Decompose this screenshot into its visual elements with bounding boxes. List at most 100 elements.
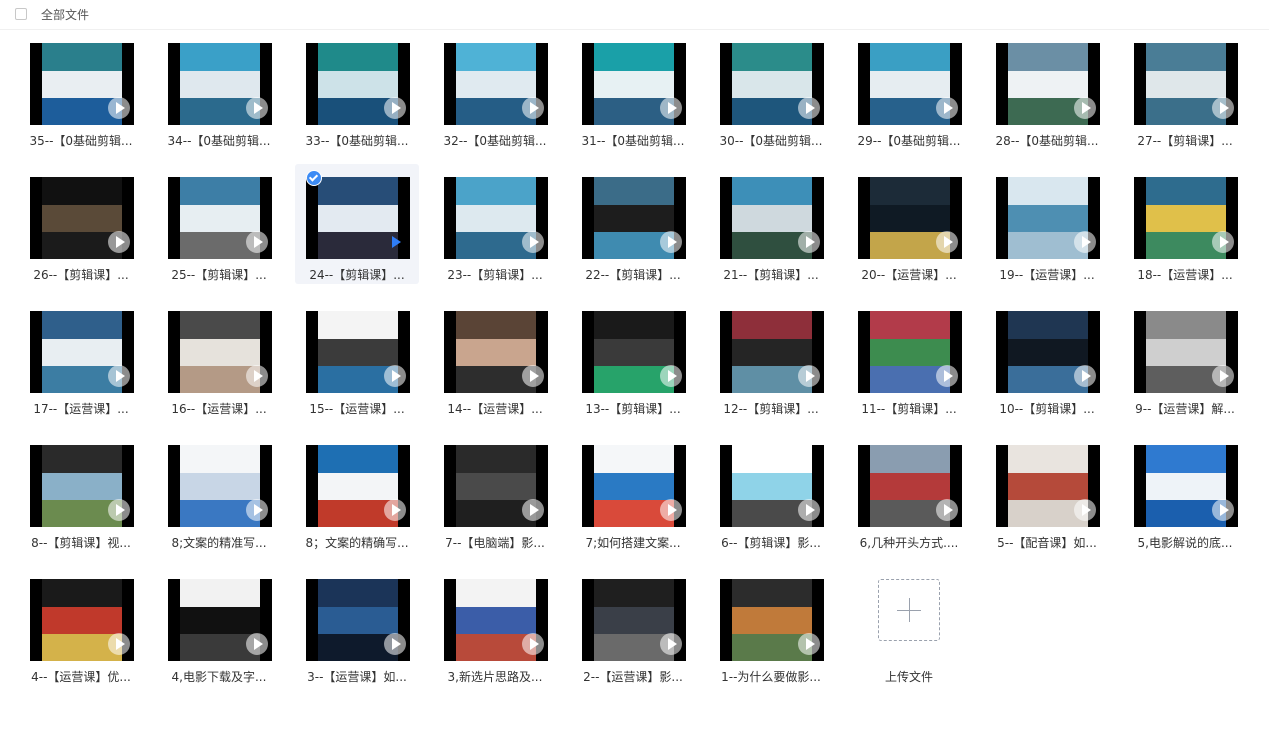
play-icon[interactable]: [246, 231, 268, 253]
play-icon[interactable]: [522, 365, 544, 387]
play-icon[interactable]: [1074, 499, 1096, 521]
file-item[interactable]: 20--【运营课】...: [847, 164, 971, 284]
file-item[interactable]: 28--【0基础剪辑...: [985, 30, 1109, 150]
play-icon[interactable]: [108, 499, 130, 521]
file-item[interactable]: 18--【运营课】...: [1123, 164, 1247, 284]
video-thumbnail[interactable]: [858, 311, 962, 393]
plus-icon[interactable]: [878, 579, 940, 641]
video-thumbnail[interactable]: [444, 579, 548, 661]
file-item[interactable]: 7;如何搭建文案...: [571, 432, 695, 552]
file-item[interactable]: 10--【剪辑课】...: [985, 298, 1109, 418]
play-icon[interactable]: [1074, 97, 1096, 119]
video-thumbnail[interactable]: [1134, 311, 1238, 393]
play-icon[interactable]: [1212, 231, 1234, 253]
video-thumbnail[interactable]: [168, 177, 272, 259]
play-icon[interactable]: [936, 231, 958, 253]
video-thumbnail[interactable]: [582, 43, 686, 125]
file-item[interactable]: 5,电影解说的底...: [1123, 432, 1247, 552]
video-thumbnail[interactable]: [306, 177, 410, 259]
play-icon[interactable]: [660, 231, 682, 253]
file-item[interactable]: 8;文案的精准写...: [157, 432, 281, 552]
play-icon[interactable]: [108, 633, 130, 655]
video-thumbnail[interactable]: [720, 445, 824, 527]
file-item[interactable]: 1--为什么要做影...: [709, 566, 833, 686]
file-item[interactable]: 31--【0基础剪辑...: [571, 30, 695, 150]
play-icon[interactable]: [798, 499, 820, 521]
video-thumbnail[interactable]: [444, 311, 548, 393]
play-icon[interactable]: [1212, 97, 1234, 119]
file-item[interactable]: 16--【运营课】...: [157, 298, 281, 418]
play-icon[interactable]: [522, 499, 544, 521]
video-thumbnail[interactable]: [444, 445, 548, 527]
video-thumbnail[interactable]: [720, 177, 824, 259]
video-thumbnail[interactable]: [1134, 445, 1238, 527]
play-icon[interactable]: [1212, 499, 1234, 521]
file-item[interactable]: 3--【运营课】如...: [295, 566, 419, 686]
file-item[interactable]: 2--【运营课】影...: [571, 566, 695, 686]
play-icon[interactable]: [384, 499, 406, 521]
play-icon[interactable]: [246, 365, 268, 387]
file-item[interactable]: 3,新选片思路及...: [433, 566, 557, 686]
video-thumbnail[interactable]: [30, 311, 134, 393]
video-thumbnail[interactable]: [858, 177, 962, 259]
video-thumbnail[interactable]: [858, 445, 962, 527]
play-icon[interactable]: [384, 633, 406, 655]
file-item[interactable]: 5--【配音课】如...: [985, 432, 1109, 552]
play-icon[interactable]: [798, 231, 820, 253]
play-icon[interactable]: [936, 365, 958, 387]
file-item[interactable]: 11--【剪辑课】...: [847, 298, 971, 418]
video-thumbnail[interactable]: [996, 445, 1100, 527]
play-icon[interactable]: [384, 231, 406, 253]
play-icon[interactable]: [384, 97, 406, 119]
video-thumbnail[interactable]: [30, 579, 134, 661]
video-thumbnail[interactable]: [582, 445, 686, 527]
file-item[interactable]: 6,几种开头方式....: [847, 432, 971, 552]
file-item[interactable]: 15--【运营课】...: [295, 298, 419, 418]
play-icon[interactable]: [246, 633, 268, 655]
play-icon[interactable]: [660, 633, 682, 655]
play-icon[interactable]: [660, 97, 682, 119]
video-thumbnail[interactable]: [582, 579, 686, 661]
file-item[interactable]: 34--【0基础剪辑...: [157, 30, 281, 150]
play-icon[interactable]: [108, 97, 130, 119]
file-item[interactable]: 30--【0基础剪辑...: [709, 30, 833, 150]
play-icon[interactable]: [936, 97, 958, 119]
play-icon[interactable]: [798, 365, 820, 387]
video-thumbnail[interactable]: [306, 43, 410, 125]
file-item[interactable]: 22--【剪辑课】...: [571, 164, 695, 284]
video-thumbnail[interactable]: [444, 177, 548, 259]
play-icon[interactable]: [108, 365, 130, 387]
video-thumbnail[interactable]: [996, 177, 1100, 259]
video-thumbnail[interactable]: [168, 311, 272, 393]
selected-check-icon[interactable]: [306, 170, 322, 186]
video-thumbnail[interactable]: [582, 177, 686, 259]
file-item[interactable]: 24--【剪辑课】...: [295, 164, 419, 284]
file-item[interactable]: 14--【运营课】...: [433, 298, 557, 418]
file-item[interactable]: 27--【剪辑课】...: [1123, 30, 1247, 150]
play-icon[interactable]: [1074, 231, 1096, 253]
video-thumbnail[interactable]: [30, 177, 134, 259]
file-item[interactable]: 4--【运营课】优...: [19, 566, 143, 686]
file-item[interactable]: 23--【剪辑课】...: [433, 164, 557, 284]
video-thumbnail[interactable]: [306, 311, 410, 393]
file-item[interactable]: 19--【运营课】...: [985, 164, 1109, 284]
video-thumbnail[interactable]: [720, 43, 824, 125]
play-icon[interactable]: [660, 365, 682, 387]
select-all-checkbox[interactable]: [15, 8, 27, 20]
video-thumbnail[interactable]: [720, 579, 824, 661]
video-thumbnail[interactable]: [306, 579, 410, 661]
play-icon[interactable]: [798, 633, 820, 655]
file-item[interactable]: 25--【剪辑课】...: [157, 164, 281, 284]
video-thumbnail[interactable]: [306, 445, 410, 527]
play-icon[interactable]: [246, 97, 268, 119]
file-item[interactable]: 12--【剪辑课】...: [709, 298, 833, 418]
file-item[interactable]: 33--【0基础剪辑...: [295, 30, 419, 150]
play-icon[interactable]: [246, 499, 268, 521]
play-icon[interactable]: [1212, 365, 1234, 387]
play-icon[interactable]: [660, 499, 682, 521]
play-icon[interactable]: [936, 499, 958, 521]
video-thumbnail[interactable]: [168, 445, 272, 527]
file-item[interactable]: 4,电影下载及字...: [157, 566, 281, 686]
video-thumbnail[interactable]: [1134, 43, 1238, 125]
video-thumbnail[interactable]: [858, 43, 962, 125]
